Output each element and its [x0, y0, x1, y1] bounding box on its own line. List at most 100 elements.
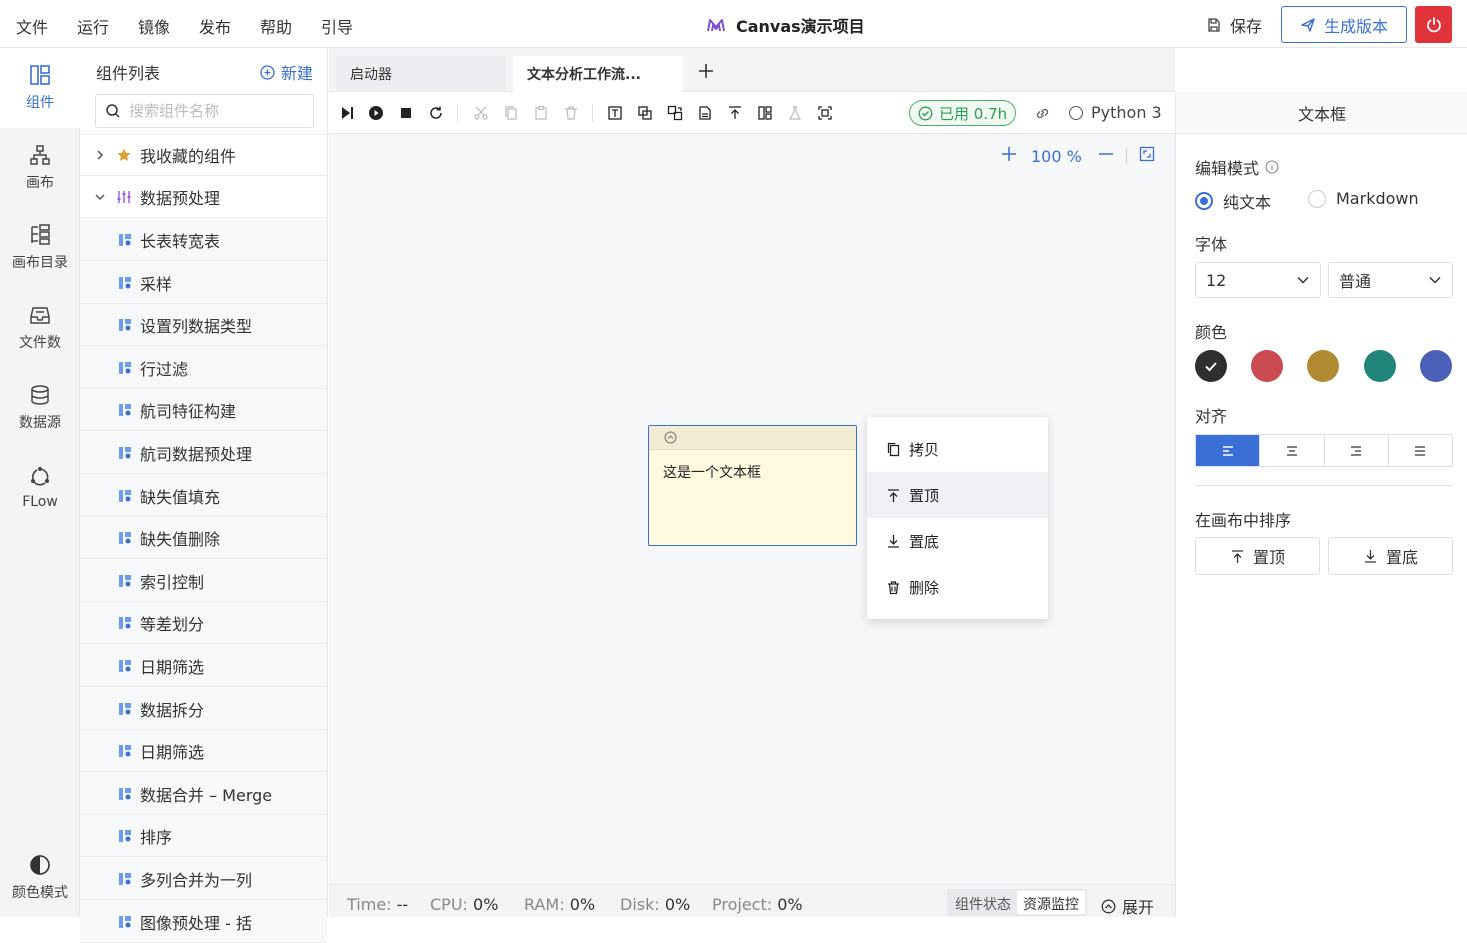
power-button[interactable]	[1415, 6, 1452, 43]
stop-button[interactable]	[396, 103, 416, 123]
rail-item-flow[interactable]: FLow	[0, 448, 80, 528]
rail-item-canvas-directory[interactable]: 画布目录	[0, 208, 80, 288]
add-tab-button[interactable]	[697, 62, 715, 84]
menu-image[interactable]: 镜像	[138, 14, 170, 38]
step-play-icon	[342, 107, 353, 119]
group-favorites[interactable]: 我收藏的组件	[80, 134, 327, 176]
component-item[interactable]: 日期筛选	[80, 730, 327, 772]
ungroup-button[interactable]	[665, 103, 685, 123]
menu-help[interactable]: 帮助	[260, 14, 292, 38]
layout-button[interactable]	[755, 103, 775, 123]
font-weight-select[interactable]: 普通	[1328, 262, 1453, 298]
send-icon	[1301, 17, 1315, 32]
component-item[interactable]: 设置列数据类型	[80, 304, 327, 346]
generate-version-button[interactable]: 生成版本	[1281, 6, 1407, 43]
order-send-to-bottom-button[interactable]: 置底	[1328, 537, 1453, 575]
kernel-selector[interactable]: Python 3	[1069, 103, 1162, 122]
text-box-button[interactable]	[605, 103, 625, 123]
component-item[interactable]: 多列合并为一列	[80, 858, 327, 900]
fullscreen-button[interactable]	[1139, 146, 1155, 166]
zoom-in-button[interactable]	[1001, 146, 1017, 166]
component-item[interactable]: 缺失值填充	[80, 475, 327, 517]
note-button[interactable]	[695, 103, 715, 123]
rail-item-color-mode[interactable]: 颜色模式	[0, 838, 80, 918]
rail-label-canvas-directory: 画布目录	[12, 255, 68, 271]
zoom-out-button[interactable]	[1098, 146, 1114, 166]
menu-publish[interactable]: 发布	[199, 14, 231, 38]
rail-item-canvas[interactable]: 画布	[0, 128, 80, 208]
chevron-down-icon	[1429, 276, 1441, 284]
toggle-resource-monitor[interactable]: 资源监控	[1017, 891, 1085, 914]
align-left-button[interactable]	[1196, 435, 1261, 466]
menu-run[interactable]: 运行	[77, 14, 109, 38]
color-swatch-black[interactable]	[1195, 350, 1227, 382]
component-item[interactable]: 行过滤	[80, 347, 327, 389]
experiment-button[interactable]	[785, 103, 805, 123]
stat-disk-label: Disk:	[620, 895, 660, 914]
link-button[interactable]	[1032, 103, 1052, 123]
run-to-end-button[interactable]	[337, 103, 357, 123]
mode-markdown-radio[interactable]: Markdown	[1308, 189, 1419, 208]
bring-to-front-button[interactable]	[725, 103, 745, 123]
tab-text-analysis-workflow[interactable]: 文本分析工作流...	[513, 56, 683, 92]
color-swatch-teal[interactable]	[1364, 350, 1396, 382]
context-send-to-bottom[interactable]: 置底	[867, 518, 1048, 564]
workflow-canvas[interactable]: 100 % 这是一个文本框 拷贝 置顶 置底 删除	[329, 134, 1175, 884]
component-item[interactable]: 缺失值删除	[80, 517, 327, 559]
status-view-toggle: 组件状态 资源监控	[947, 889, 1087, 916]
run-button[interactable]	[366, 103, 386, 123]
align-right-button[interactable]	[1325, 435, 1389, 466]
context-bring-to-top[interactable]: 置顶	[867, 472, 1048, 518]
align-justify-button[interactable]	[1389, 435, 1452, 466]
mode-plain-text-radio[interactable]: 纯文本	[1195, 189, 1271, 213]
group-data-preprocessing[interactable]: 数据预处理	[80, 176, 327, 218]
text-box-header[interactable]	[649, 426, 856, 450]
component-search-input[interactable]	[129, 102, 299, 120]
cut-button[interactable]	[471, 103, 491, 123]
fit-view-button[interactable]	[815, 103, 835, 123]
property-panel-title: 文本框	[1176, 92, 1467, 134]
component-item[interactable]: 图像预处理 - 括	[80, 901, 327, 943]
rail-item-datasource[interactable]: 数据源	[0, 368, 80, 448]
component-item[interactable]: 等差划分	[80, 602, 327, 644]
color-swatch-gold[interactable]	[1307, 350, 1339, 382]
new-component-button[interactable]: 新建	[260, 60, 313, 84]
rail-item-files[interactable]: 文件数	[0, 288, 80, 368]
rail-label-flow: FLow	[22, 494, 58, 510]
edit-mode-label: 编辑模式	[1195, 155, 1279, 179]
collapse-icon[interactable]	[664, 431, 677, 444]
paste-button[interactable]	[531, 103, 551, 123]
context-delete[interactable]: 删除	[867, 564, 1048, 610]
component-item[interactable]: 排序	[80, 815, 327, 857]
color-swatch-blue[interactable]	[1420, 350, 1452, 382]
align-center-button[interactable]	[1260, 435, 1325, 466]
component-item[interactable]: 日期筛选	[80, 645, 327, 687]
delete-button[interactable]	[561, 103, 581, 123]
group-button[interactable]	[635, 103, 655, 123]
component-item[interactable]: 采样	[80, 262, 327, 304]
save-button[interactable]: 保存	[1206, 13, 1262, 37]
component-item[interactable]: 航司数据预处理	[80, 432, 327, 474]
context-copy[interactable]: 拷贝	[867, 426, 1048, 472]
component-item[interactable]: 长表转宽表	[80, 219, 327, 261]
order-bring-to-top-button[interactable]: 置顶	[1195, 537, 1320, 575]
menu-file[interactable]: 文件	[16, 14, 48, 38]
text-box-icon	[608, 106, 622, 120]
component-item[interactable]: 数据拆分	[80, 688, 327, 730]
component-item[interactable]: 航司特征构建	[80, 389, 327, 431]
copy-button[interactable]	[501, 103, 521, 123]
radio-selected-icon	[1195, 192, 1213, 210]
info-icon[interactable]	[1265, 160, 1279, 174]
expand-button[interactable]: 展开	[1101, 894, 1154, 918]
color-swatch-red[interactable]	[1251, 350, 1283, 382]
toggle-component-status[interactable]: 组件状态	[949, 891, 1017, 914]
component-item[interactable]: 数据合并 – Merge	[80, 773, 327, 815]
text-box-node[interactable]: 这是一个文本框	[648, 425, 857, 546]
font-size-select[interactable]: 12	[1195, 262, 1321, 298]
component-item[interactable]: 索引控制	[80, 560, 327, 602]
rail-item-components[interactable]: 组件	[0, 48, 80, 128]
text-box-content[interactable]: 这是一个文本框	[649, 450, 856, 494]
menu-guide[interactable]: 引导	[321, 14, 353, 38]
tab-launcher[interactable]: 启动器	[336, 56, 506, 92]
refresh-button[interactable]	[426, 103, 446, 123]
